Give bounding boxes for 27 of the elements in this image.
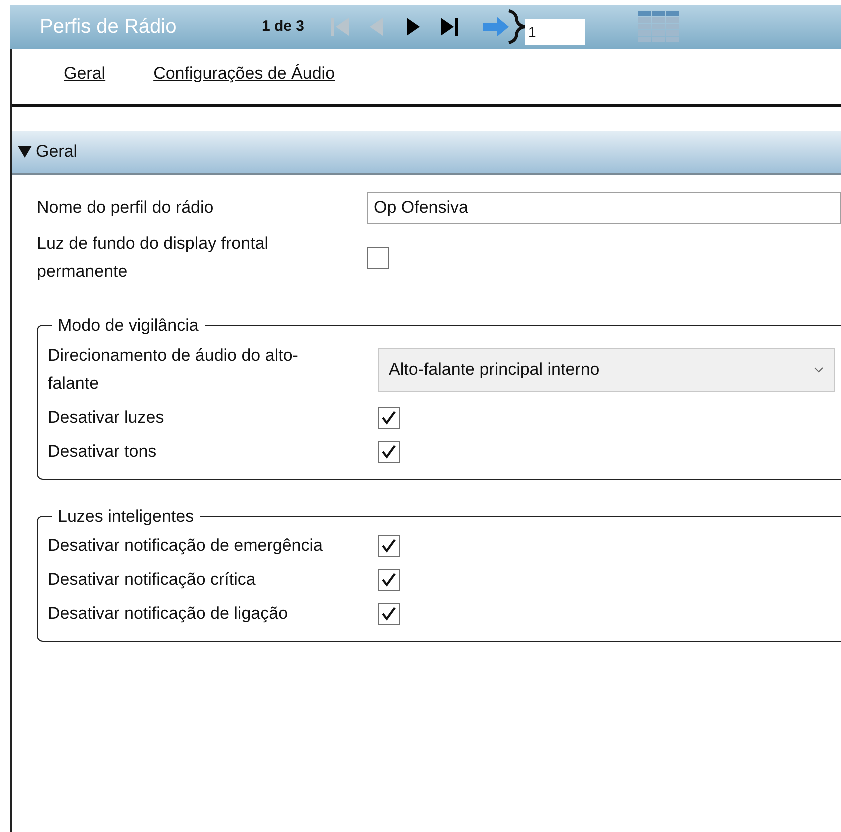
collapse-triangle-icon: [18, 145, 32, 159]
field-label: Desativar luzes: [48, 406, 166, 428]
checkbox[interactable]: [378, 569, 400, 591]
checkbox[interactable]: [367, 247, 389, 269]
tab[interactable]: Configurações de Áudio: [154, 61, 336, 87]
checkbox[interactable]: [378, 603, 400, 625]
dropdown[interactable]: Alto-falante principal interno: [378, 348, 835, 392]
field-label: Luz de fundo do display frontal permanente: [37, 233, 270, 283]
go-to-arrow-icon: [480, 7, 527, 47]
group-title: Luzes inteligentes: [57, 506, 196, 528]
record-position: 1 de 3: [262, 16, 305, 37]
tab[interactable]: Geral: [64, 61, 106, 87]
field-label: Direcionamento de áudio do alto-falante: [48, 344, 300, 394]
field-label: Desativar tons: [48, 440, 158, 462]
field-label: Desativar notificação crítica: [48, 569, 257, 591]
chevron-down-icon: [814, 366, 824, 374]
go-to-field[interactable]: 1: [524, 19, 585, 45]
checkbox[interactable]: [378, 535, 400, 557]
field-label: Desativar notificação de ligação: [48, 603, 290, 625]
checkbox[interactable]: [378, 406, 400, 428]
section-header[interactable]: Geral: [12, 131, 841, 175]
group-title: Modo de vigilância: [57, 315, 200, 337]
window-title: Perfis de Rádio: [40, 15, 178, 40]
field-label: Nome do perfil do rádio: [37, 197, 215, 219]
field-label: Desativar notificação de emergência: [48, 535, 324, 557]
checkbox[interactable]: [378, 440, 400, 462]
input-field[interactable]: Op Ofensiva: [367, 192, 841, 224]
